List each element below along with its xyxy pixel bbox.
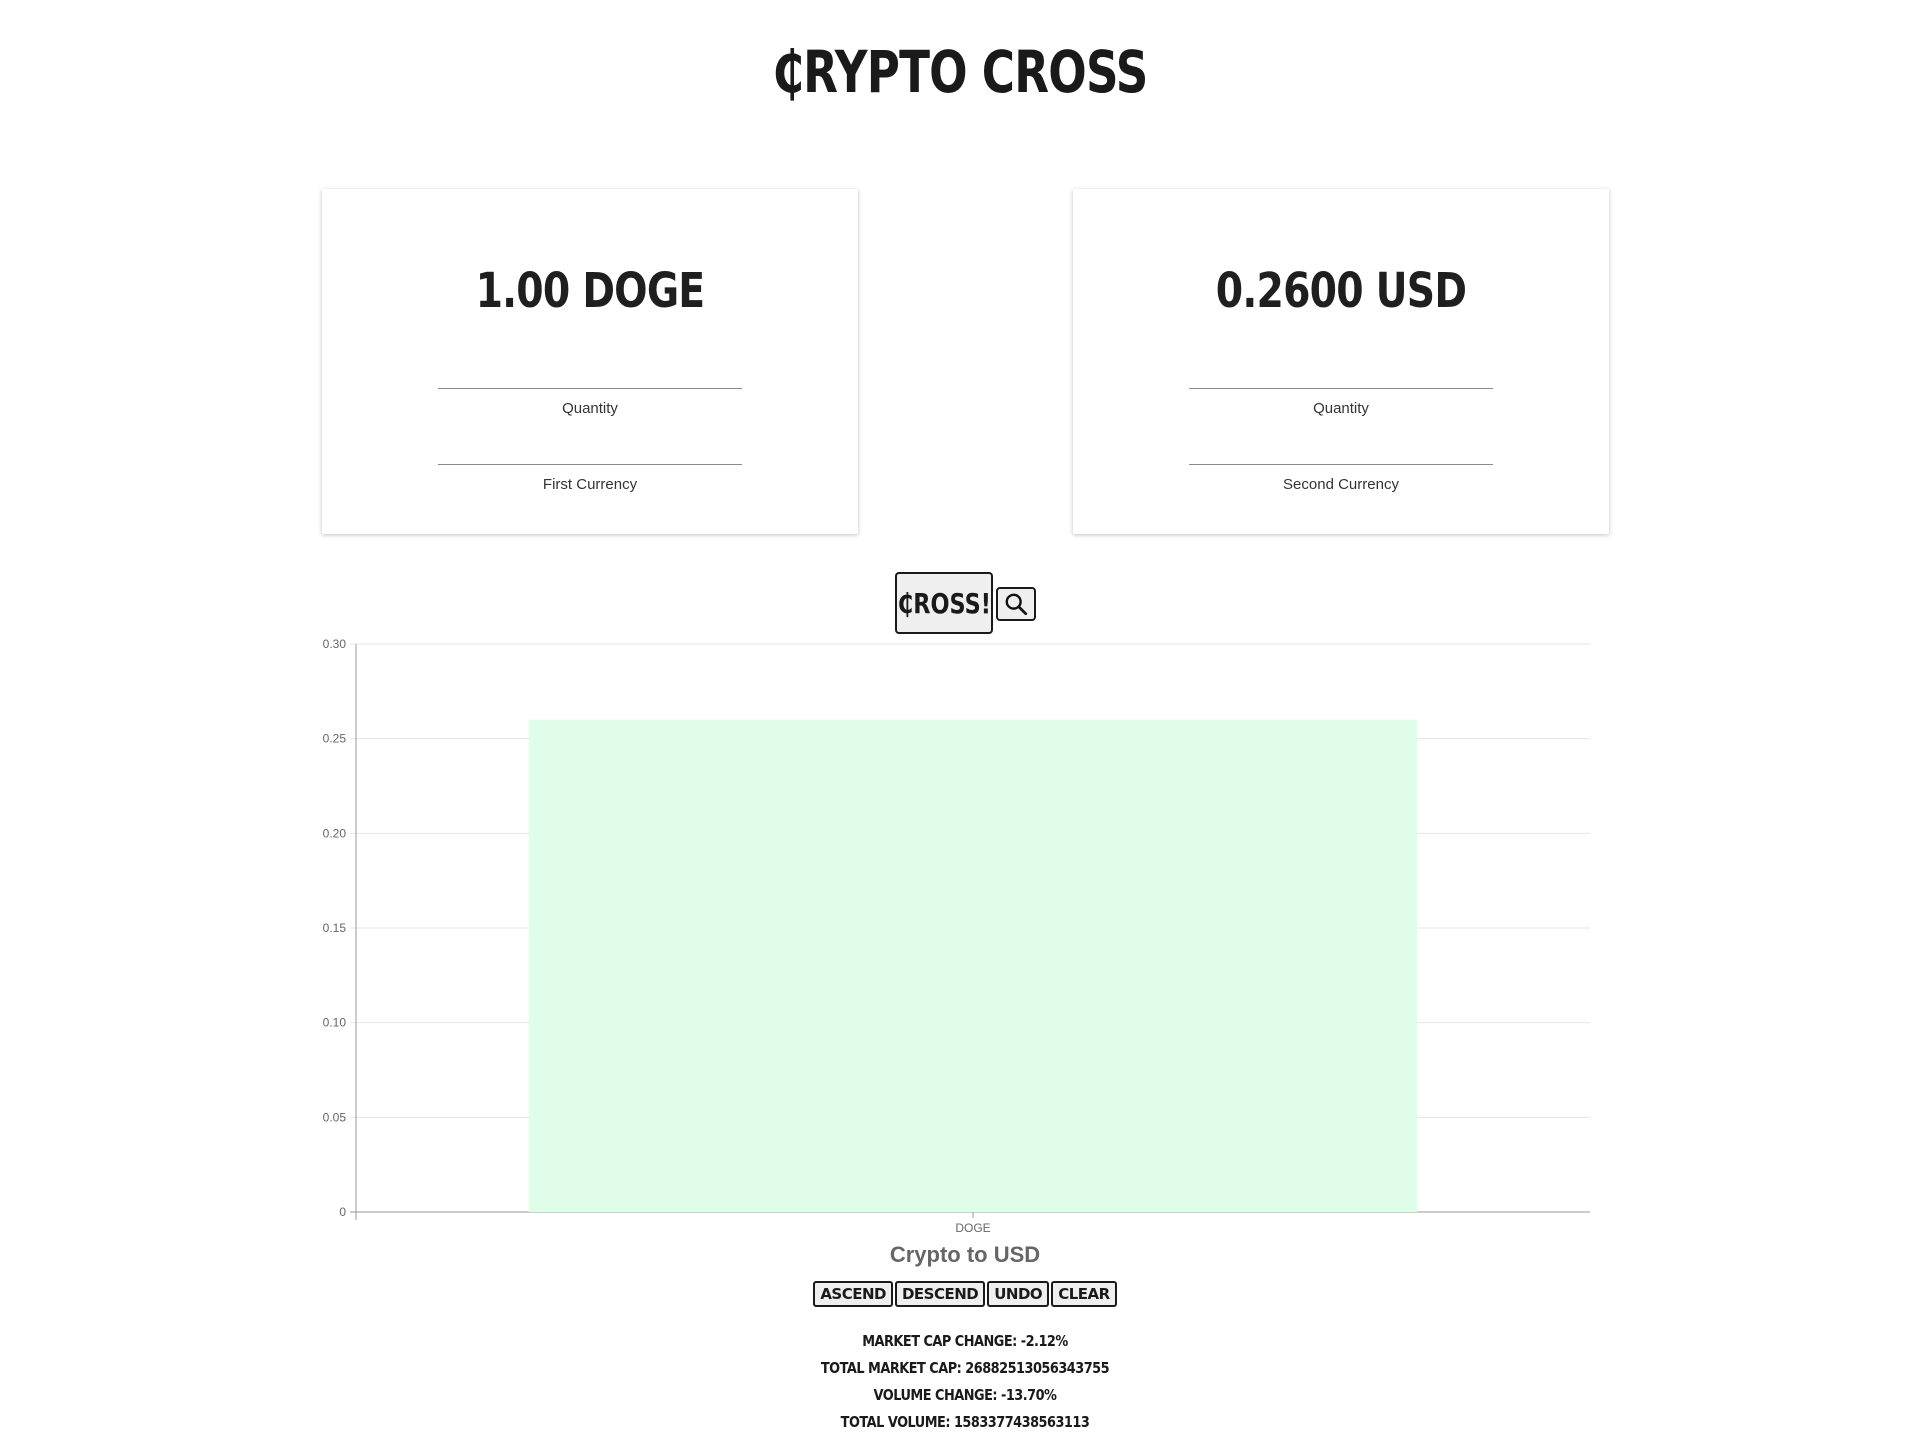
y-tick-label: 0 <box>339 1205 346 1219</box>
total-volume: TOTAL VOLUME: 1583377438563113 <box>840 1413 1090 1431</box>
cross-button-label: ₵ROSS! <box>897 586 991 620</box>
price-chart-svg: 0 0.05 0.10 0.15 0.20 0.25 0.30 DOGE <box>323 637 1590 1235</box>
y-tick-label: 0.15 <box>323 921 347 935</box>
second-currency-value: 0.2600 USD <box>1215 263 1467 319</box>
first-currency-card: 1.00 DOGE Quantity First Currency <box>322 189 858 534</box>
second-currency-field[interactable]: Second Currency <box>1189 464 1493 493</box>
y-tick-label: 0.30 <box>323 637 347 651</box>
search-icon <box>1005 593 1028 616</box>
bar-doge <box>528 719 1418 1212</box>
app-title: ₵RYPTO CROSS <box>772 38 1148 106</box>
price-chart: 0 0.05 0.10 0.15 0.20 0.25 0.30 DOGE <box>300 630 1600 1240</box>
undo-button[interactable]: UNDO <box>987 1281 1050 1307</box>
clear-button[interactable]: CLEAR <box>1051 1281 1117 1307</box>
chart-controls: ASCEND DESCEND UNDO CLEAR <box>0 1281 1920 1307</box>
total-market-cap: TOTAL MARKET CAP: 26882513056343755 <box>820 1359 1110 1377</box>
first-currency-field[interactable]: First Currency <box>438 464 742 493</box>
y-tick-label: 0.05 <box>323 1110 347 1124</box>
second-currency-card: 0.2600 USD Quantity Second Currency <box>1073 189 1609 534</box>
y-tick-label: 0.25 <box>323 732 347 746</box>
second-quantity-field[interactable]: Quantity <box>1189 388 1493 417</box>
search-button[interactable] <box>996 587 1036 621</box>
market-stats: MARKET CAP CHANGE: -2.12% TOTAL MARKET C… <box>0 1328 1920 1436</box>
market-cap-change: MARKET CAP CHANGE: -2.12% <box>862 1332 1068 1350</box>
volume-change: VOLUME CHANGE: -13.70% <box>873 1386 1057 1404</box>
first-quantity-field[interactable]: Quantity <box>438 388 742 417</box>
chart-title: Crypto to USD <box>889 1242 1041 1267</box>
cross-button[interactable]: ₵ROSS! <box>895 572 993 634</box>
x-tick-label: DOGE <box>955 1221 990 1235</box>
descend-button[interactable]: DESCEND <box>894 1281 986 1307</box>
y-tick-label: 0.10 <box>323 1016 347 1030</box>
y-tick-label: 0.20 <box>323 826 347 840</box>
first-currency-value: 1.00 DOGE <box>475 263 706 319</box>
ascend-button[interactable]: ASCEND <box>813 1281 893 1307</box>
